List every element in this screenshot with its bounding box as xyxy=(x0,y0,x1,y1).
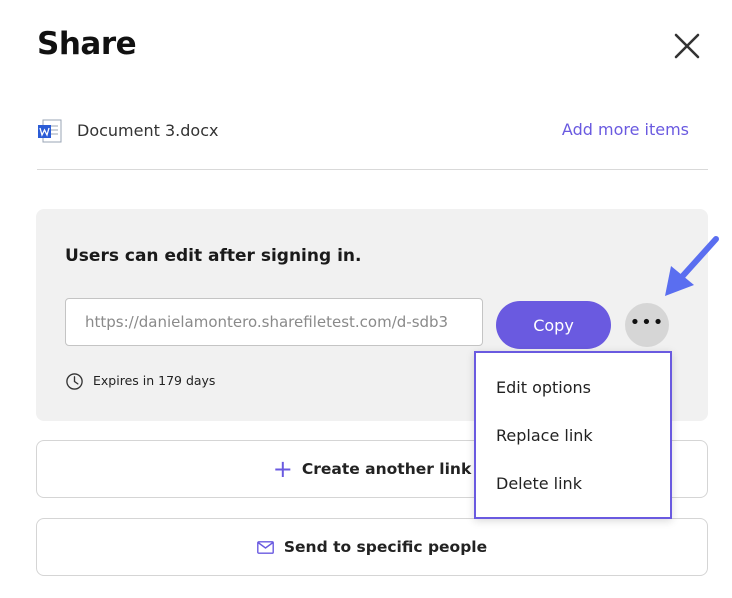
create-another-link-label: Create another link xyxy=(301,460,472,478)
annotation-arrow-icon xyxy=(665,236,719,296)
divider xyxy=(37,169,708,170)
dialog-title: Share xyxy=(37,26,137,62)
close-icon[interactable] xyxy=(671,30,703,62)
file-name: Document 3.docx xyxy=(77,121,219,140)
send-to-specific-people-label: Send to specific people xyxy=(283,538,488,556)
more-options-menu: Edit options Replace link Delete link xyxy=(474,351,672,519)
menu-item-delete-link[interactable]: Delete link xyxy=(476,462,670,506)
mail-icon xyxy=(256,540,274,554)
expires-text: Expires in 179 days xyxy=(93,373,216,388)
copy-link-button[interactable]: Copy xyxy=(496,301,611,349)
share-link-input[interactable] xyxy=(65,298,483,346)
menu-item-edit-options[interactable]: Edit options xyxy=(476,366,670,410)
menu-item-replace-link[interactable]: Replace link xyxy=(476,414,670,458)
more-options-button[interactable]: ••• xyxy=(625,303,669,347)
send-to-specific-people-button[interactable]: Send to specific people xyxy=(36,518,708,576)
link-permission-text: Users can edit after signing in. xyxy=(65,246,362,266)
shared-item-row: Document 3.docx Add more items xyxy=(37,117,708,145)
word-doc-icon xyxy=(38,119,62,143)
clock-icon xyxy=(66,373,83,390)
more-options-icon: ••• xyxy=(629,312,665,333)
plus-icon: + xyxy=(272,455,293,483)
add-more-items-link[interactable]: Add more items xyxy=(562,120,689,139)
